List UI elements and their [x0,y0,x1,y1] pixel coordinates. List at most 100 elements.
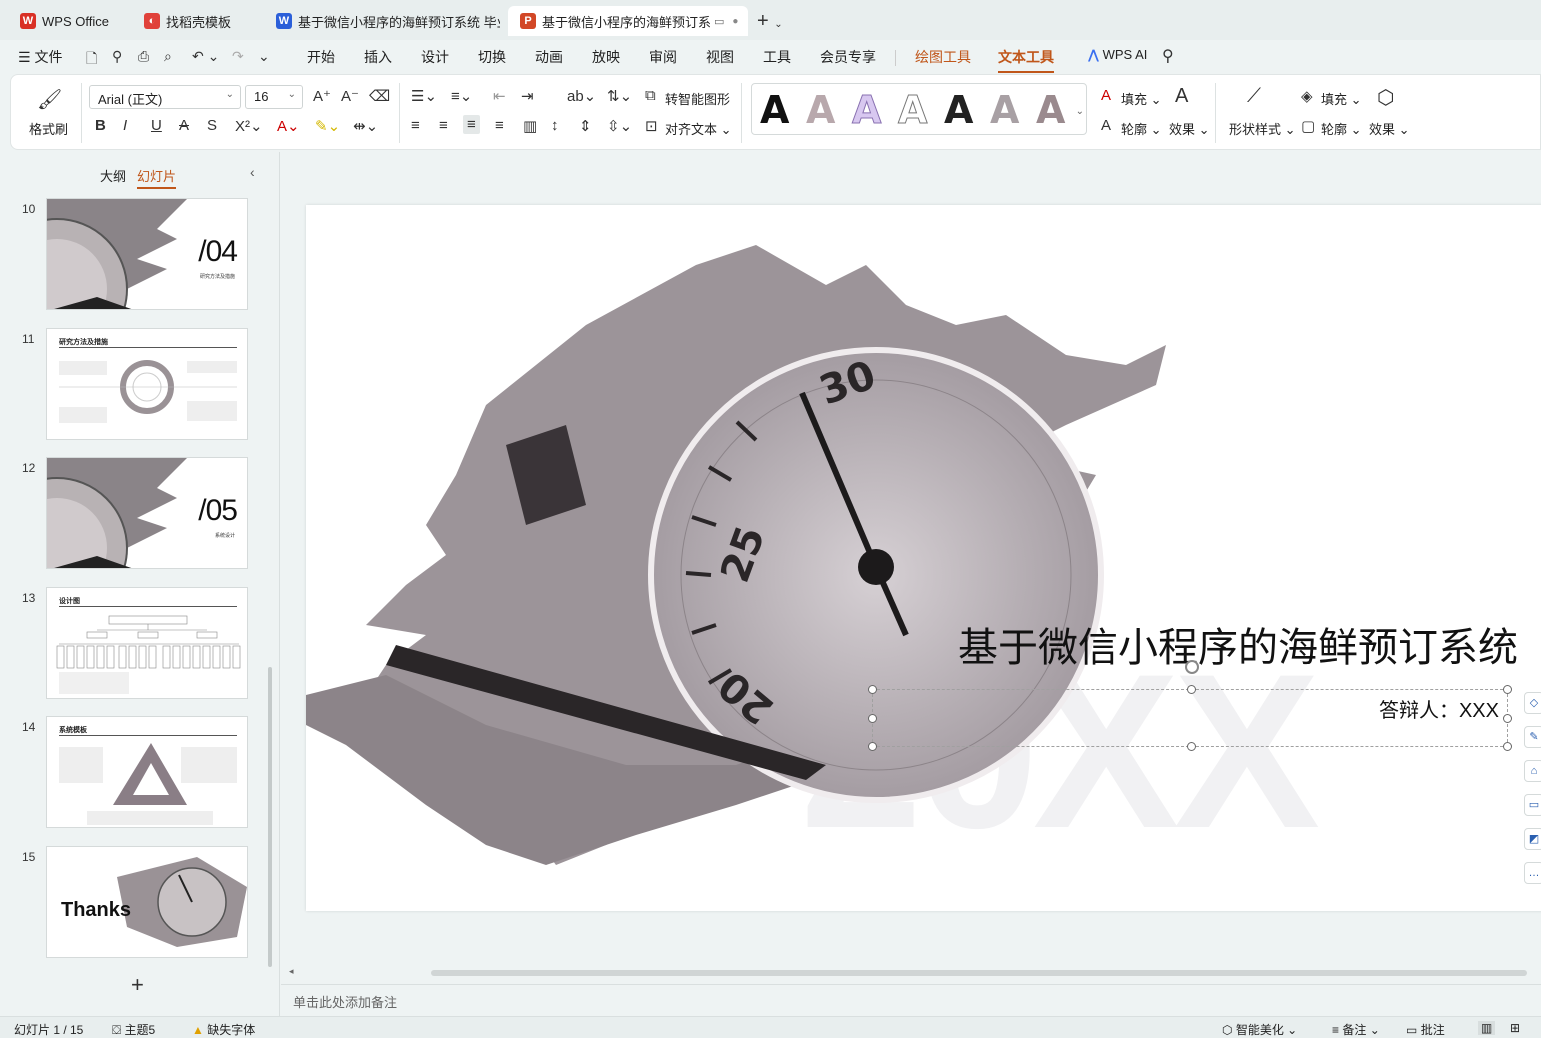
missing-fonts-button[interactable]: ▲ 缺失字体 [192,1021,255,1038]
italic-icon[interactable]: I [123,117,127,134]
scroll-left-icon[interactable]: ◂ [289,966,294,977]
char-spacing-icon[interactable]: ⇹⌄ [353,117,378,135]
tab-docer[interactable]: ◐ 找稻壳模板 [132,6,260,36]
smart-shape-icon[interactable]: ⧉ [645,87,656,104]
format-icon[interactable]: ⌂ [1524,760,1541,782]
menu-tools[interactable]: 工具 [763,47,791,67]
shape-outline-icon[interactable]: ▢ [1301,117,1315,135]
slide-thumbnail-11[interactable]: 研究方法及措施 [46,328,248,440]
slide-thumbnail-15[interactable]: Thanks [46,846,248,958]
shape-effect-icon[interactable]: ⬡ [1377,85,1394,110]
menu-transition[interactable]: 切换 [478,47,506,67]
comments-toggle[interactable]: ▭ 批注 [1406,1021,1445,1038]
file-menu[interactable]: ☰ 文件 [18,47,62,67]
new-tab-button[interactable]: + ⌄ [757,10,783,33]
text-style-2[interactable]: A [806,88,835,132]
text-style-1[interactable]: A [760,88,789,132]
increase-font-icon[interactable]: A⁺ [313,87,331,105]
tab-presentation[interactable]: P 基于微信小程序的海鲜预订系统 ▭ ● [508,6,748,36]
menu-design[interactable]: 设计 [421,47,449,67]
text-effect-icon[interactable]: A [1175,85,1188,108]
numbered-list-icon[interactable]: ≡⌄ [451,87,472,105]
text-style-7[interactable]: A [1036,88,1065,132]
font-name-select[interactable]: Arial (正文) ⌄ [89,85,241,109]
strikethrough-icon[interactable]: A [179,117,189,134]
resize-handle[interactable] [1503,714,1512,723]
chat-icon[interactable]: ◩ [1524,828,1541,850]
menu-text-tools[interactable]: 文本工具 [998,47,1054,73]
panel-scrollbar[interactable] [268,667,272,967]
smart-shape-button[interactable]: 转智能图形 [665,89,730,108]
slide-thumbnail-14[interactable]: 系统模板 [46,716,248,828]
slide-title[interactable]: 基于微信小程序的海鲜预订系统 [958,615,1518,673]
shape-effect-button[interactable]: 效果 ⌄ [1369,119,1410,138]
bullet-list-icon[interactable]: ☰⌄ [411,87,437,105]
shape-fill-button[interactable]: 填充 ⌄ [1321,89,1362,108]
menu-drawing-tools[interactable]: 绘图工具 [915,47,971,67]
resize-handle[interactable] [868,742,877,751]
resize-handle[interactable] [1187,742,1196,751]
shape-fill-icon[interactable]: ◈ [1301,87,1313,105]
tab-slides[interactable]: 幻灯片 [137,166,177,189]
tab-word-doc[interactable]: W 基于微信小程序的海鲜预订系统 毕业 [264,6,500,36]
edit-icon[interactable]: ✎ [1524,726,1541,748]
text-style-3[interactable]: A [851,88,881,133]
save-icon[interactable]: 🗋 [86,48,97,72]
undo-icon[interactable]: ↶ ⌄ [192,48,219,65]
more-icon[interactable]: … [1524,862,1541,884]
text-style-4[interactable]: A [897,88,927,133]
shadow-icon[interactable]: S [207,117,217,134]
column-icon[interactable]: ⇳⌄ [607,117,632,135]
text-fill-icon[interactable]: A [1101,87,1111,104]
menu-animation[interactable]: 动画 [535,47,563,67]
notes-placeholder[interactable]: 单击此处添加备注 [293,992,397,1011]
more-chevron-icon[interactable]: ⌄ [258,48,270,65]
notes-pane[interactable]: 单击此处添加备注 [281,984,1541,1016]
bold-icon[interactable]: B [95,117,106,134]
format-painter-label[interactable]: 格式刷 [29,119,68,138]
shape-outline-button[interactable]: 轮廓 ⌄ [1321,119,1362,138]
align-left-icon[interactable]: ≡ [411,117,420,134]
tab-wps-office[interactable]: W WPS Office [8,6,123,36]
increase-indent-icon[interactable]: ⇥ [521,87,534,105]
text-effect-button[interactable]: 效果 ⌄ [1169,119,1210,138]
superscript-icon[interactable]: X²⌄ [235,117,263,135]
subtitle-textbox[interactable]: 答辩人：XXX [868,660,1512,751]
line-spacing-icon[interactable]: ↕ [551,117,559,134]
share-icon[interactable]: ⚲ [112,48,122,65]
smart-beautify-button[interactable]: ⬡ 智能美化 ⌄ [1222,1021,1297,1038]
frame-icon[interactable]: ▭ [1524,794,1541,816]
slide-thumbnail-12[interactable]: /05 系统设计 [46,457,248,569]
gallery-more-icon[interactable]: ⌄ [1076,106,1084,117]
slide-thumbnail-10[interactable]: /04 研究方法及措施 [46,198,248,310]
normal-view-icon[interactable]: ▥ [1478,1021,1496,1035]
layers-icon[interactable]: ◇ [1524,692,1541,714]
print-preview-icon[interactable]: ⌕ [164,48,172,65]
menu-start[interactable]: 开始 [307,47,335,67]
paragraph-spacing-icon[interactable]: ⇕ [579,117,592,135]
font-size-select[interactable]: 16 ⌄ [245,85,303,109]
justify-icon[interactable]: ≡ [495,117,504,134]
highlight-icon[interactable]: ✎⌄ [315,117,340,135]
text-fill-button[interactable]: 填充 ⌄ [1121,89,1162,108]
add-slide-button[interactable]: + [131,972,144,998]
theme-button[interactable]: ⛋ 主题5 [112,1021,155,1038]
rotate-handle-icon[interactable] [1185,660,1199,674]
decrease-indent-icon[interactable]: ⇤ [493,87,506,105]
slide-thumbnail-13[interactable]: 设计图 [46,587,248,699]
wps-ai-button[interactable]: ⋀ WPS AI [1088,47,1147,63]
font-color-icon[interactable]: A⌄ [277,117,300,135]
tab-outline[interactable]: 大纲 [100,166,126,185]
align-center-icon[interactable]: ≡ [439,117,448,134]
menu-review[interactable]: 审阅 [649,47,677,67]
print-icon[interactable]: ⎙ [138,48,149,65]
text-style-5[interactable]: A [944,88,973,132]
shape-style-icon[interactable]: ⟋ [1247,85,1261,108]
shape-style-button[interactable]: 形状样式 ⌄ [1229,119,1296,138]
format-painter-icon[interactable]: 🖌 [37,87,62,112]
underline-icon[interactable]: U [151,117,162,134]
text-direction-icon[interactable]: ab⌄ [567,87,596,105]
menu-insert[interactable]: 插入 [364,47,392,67]
text-style-6[interactable]: A [990,88,1019,132]
resize-handle[interactable] [868,685,877,694]
